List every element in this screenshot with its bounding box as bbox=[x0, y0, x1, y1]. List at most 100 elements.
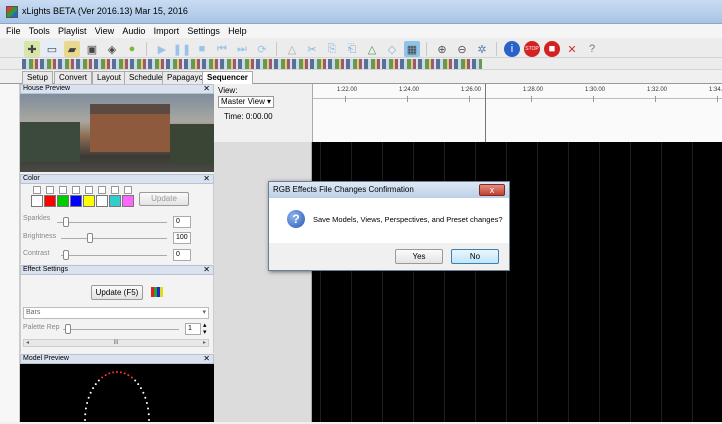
close-icon[interactable]: ✕ bbox=[203, 266, 210, 274]
contrast-slider-knob[interactable] bbox=[63, 250, 69, 260]
play-icon[interactable]: ▶ bbox=[154, 41, 170, 57]
brightness-value[interactable]: 100 bbox=[173, 232, 191, 244]
menu-view[interactable]: View bbox=[95, 24, 114, 38]
model-light-node bbox=[112, 371, 115, 374]
view-dropdown[interactable]: Master View ▾ bbox=[218, 96, 274, 108]
palette-swatch[interactable] bbox=[57, 195, 69, 207]
output-off-icon[interactable]: ■ bbox=[544, 41, 560, 57]
close-icon[interactable]: ✕ bbox=[203, 175, 210, 183]
settings-gear-icon[interactable]: ✲ bbox=[474, 41, 490, 57]
horizontal-scrollbar[interactable]: ◂ III ▸ bbox=[23, 339, 209, 347]
update-button[interactable]: Update bbox=[139, 192, 189, 206]
model-light-node bbox=[147, 407, 150, 410]
palette-swatch[interactable] bbox=[96, 195, 108, 207]
scroll-left-icon[interactable]: ◂ bbox=[26, 340, 29, 346]
timeline-tick-label: 1:22.00 bbox=[337, 87, 358, 93]
palette-checkbox[interactable] bbox=[98, 186, 106, 194]
zoom-in-icon[interactable]: ⊕ bbox=[434, 41, 450, 57]
menu-settings[interactable]: Settings bbox=[187, 24, 220, 38]
fast-forward-icon[interactable]: ⏭ bbox=[234, 41, 250, 57]
stop-icon[interactable]: ■ bbox=[194, 41, 210, 57]
model-light-node bbox=[89, 391, 92, 394]
model-light-node bbox=[142, 391, 145, 394]
grid-line bbox=[537, 142, 538, 422]
no-button[interactable]: No bbox=[451, 249, 499, 264]
effect-dropdown-value: Bars bbox=[26, 309, 41, 316]
grid-tool-icon[interactable]: ▦ bbox=[404, 41, 420, 57]
left-dock-strip bbox=[0, 84, 20, 422]
effect-settings-panel: Update (F5) Bars ▾ Palette Rep 1 ▴ ▾ ◂ II… bbox=[20, 275, 214, 353]
contrast-value[interactable]: 0 bbox=[173, 249, 191, 261]
palette-checkbox[interactable] bbox=[85, 186, 93, 194]
new-sequence-icon[interactable]: ✚ bbox=[24, 41, 40, 57]
palette-rep-slider-knob[interactable] bbox=[65, 324, 71, 334]
tab-setup[interactable]: Setup bbox=[22, 71, 53, 84]
palette-swatch[interactable] bbox=[122, 195, 134, 207]
grid-line bbox=[630, 142, 631, 422]
new-file-icon[interactable]: ▭ bbox=[44, 41, 60, 57]
playhead-marker[interactable] bbox=[485, 84, 486, 142]
scroll-right-icon[interactable]: ▸ bbox=[203, 340, 206, 346]
scroll-thumb[interactable]: III bbox=[113, 340, 118, 346]
help-icon[interactable]: ? bbox=[584, 41, 600, 57]
effects-toolbar bbox=[0, 58, 722, 70]
render-icon[interactable]: ● bbox=[124, 41, 140, 57]
palette-checkbox[interactable] bbox=[33, 186, 41, 194]
title-bar: xLights BETA (Ver 2016.13) Mar 15, 2016 bbox=[0, 0, 722, 24]
effect-icons-strip[interactable] bbox=[22, 59, 482, 69]
menu-import[interactable]: Import bbox=[154, 24, 180, 38]
brightness-slider-knob[interactable] bbox=[87, 233, 93, 243]
palette-checkbox[interactable] bbox=[124, 186, 132, 194]
spin-arrows-icon[interactable]: ▴ ▾ bbox=[203, 322, 207, 336]
model-light-node bbox=[97, 379, 100, 382]
tab-schedule[interactable]: Schedule bbox=[124, 71, 168, 84]
dialog-close-button[interactable]: x bbox=[479, 184, 505, 196]
paste-icon[interactable]: ⎗ bbox=[344, 41, 360, 57]
timeline-ruler[interactable]: 1:22.00 1:24.00 1:26.00 1:28.00 1:30.00 1:32.… bbox=[312, 84, 722, 142]
cut-icon[interactable]: ✂ bbox=[304, 41, 320, 57]
palette-checkbox[interactable] bbox=[72, 186, 80, 194]
model-preview-arch bbox=[84, 371, 150, 421]
palette-swatch[interactable] bbox=[70, 195, 82, 207]
copy-icon[interactable]: ⎘ bbox=[324, 41, 340, 57]
diamond-tool-icon[interactable]: ◇ bbox=[384, 41, 400, 57]
update-f5-button[interactable]: Update (F5) bbox=[91, 285, 143, 300]
zoom-out-icon[interactable]: ⊖ bbox=[454, 41, 470, 57]
warning-icon[interactable]: △ bbox=[284, 41, 300, 57]
info-icon[interactable]: i bbox=[504, 41, 520, 57]
stop-output-icon[interactable]: STOP bbox=[524, 41, 540, 57]
close-x-icon[interactable]: ✕ bbox=[564, 41, 580, 57]
tab-layout[interactable]: Layout bbox=[92, 71, 127, 84]
menu-file[interactable]: File bbox=[6, 24, 21, 38]
palette-swatch[interactable] bbox=[83, 195, 95, 207]
save-as-icon[interactable]: ◈ bbox=[104, 41, 120, 57]
palette-checkbox[interactable] bbox=[111, 186, 119, 194]
menu-tools[interactable]: Tools bbox=[29, 24, 50, 38]
rewind-icon[interactable]: ⏮ bbox=[214, 41, 230, 57]
palette-checkbox[interactable] bbox=[59, 186, 67, 194]
save-icon[interactable]: ▣ bbox=[84, 41, 100, 57]
close-icon[interactable]: ✕ bbox=[203, 355, 210, 363]
replay-icon[interactable]: ⟳ bbox=[254, 41, 270, 57]
palette-checkbox[interactable] bbox=[46, 186, 54, 194]
palette-swatch[interactable] bbox=[31, 195, 43, 207]
menu-help[interactable]: Help bbox=[228, 24, 247, 38]
sparkles-slider-knob[interactable] bbox=[63, 217, 69, 227]
palette-swatch[interactable] bbox=[44, 195, 56, 207]
tab-convert[interactable]: Convert bbox=[54, 71, 93, 84]
menu-audio[interactable]: Audio bbox=[122, 24, 145, 38]
grid-line bbox=[599, 142, 600, 422]
menu-playlist[interactable]: Playlist bbox=[58, 24, 87, 38]
close-icon[interactable]: ✕ bbox=[203, 85, 210, 93]
yes-button[interactable]: Yes bbox=[395, 249, 443, 264]
pause-icon[interactable]: ❚❚ bbox=[173, 41, 191, 57]
sparkles-value[interactable]: 0 bbox=[173, 216, 191, 228]
open-folder-icon[interactable]: ▰ bbox=[64, 41, 80, 57]
main-toolbar: ✚ ▭ ▰ ▣ ◈ ● ▶ ❚❚ ■ ⏮ ⏭ ⟳ △ ✂ ⎘ ⎗ △ ◇ ▦ ⊕… bbox=[0, 38, 722, 58]
tab-sequencer[interactable]: Sequencer bbox=[202, 71, 253, 85]
palette-swatch[interactable] bbox=[109, 195, 121, 207]
effect-dropdown[interactable]: Bars ▾ bbox=[23, 307, 209, 319]
timeline-tick bbox=[407, 96, 408, 102]
triangle-tool-icon[interactable]: △ bbox=[364, 41, 380, 57]
palette-rep-value[interactable]: 1 bbox=[185, 323, 201, 335]
